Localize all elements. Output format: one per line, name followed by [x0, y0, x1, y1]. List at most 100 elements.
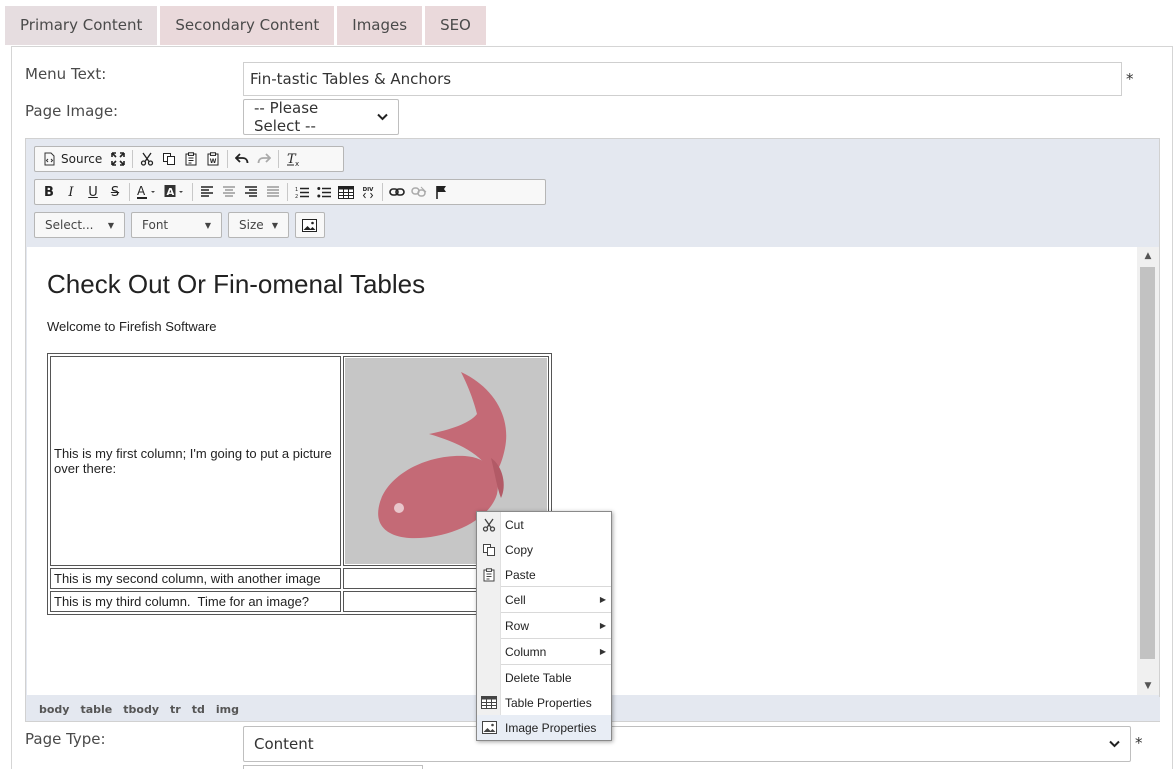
source-icon	[44, 152, 55, 166]
font-combo[interactable]: Font ▼	[131, 212, 222, 238]
table-row: This is my first column; I'm going to pu…	[50, 356, 549, 566]
context-menu-column[interactable]: Column ▶	[477, 639, 611, 664]
justify-button[interactable]	[262, 181, 284, 203]
copy-button[interactable]	[158, 148, 180, 170]
path-td[interactable]: td	[192, 703, 205, 716]
anchor-button[interactable]	[430, 181, 452, 203]
insert-div-button[interactable]: DIV	[357, 181, 379, 203]
align-center-button[interactable]	[218, 181, 240, 203]
svg-text:W: W	[210, 158, 217, 165]
menu-item-label: Delete Table	[505, 670, 572, 685]
scroll-down-arrow-icon[interactable]: ▼	[1137, 681, 1159, 691]
maximize-button[interactable]	[107, 148, 129, 170]
context-menu-paste[interactable]: Paste	[477, 562, 611, 587]
text-color-button[interactable]: A	[133, 181, 161, 203]
svg-text:DIV: DIV	[363, 187, 375, 193]
size-combo-label: Size	[239, 218, 264, 232]
numbered-list-button[interactable]: 12	[291, 181, 313, 203]
context-menu-image-properties[interactable]: Image Properties	[477, 715, 611, 740]
table-row: This is my third column. Time for an ima…	[50, 591, 549, 612]
redo-button[interactable]	[253, 148, 275, 170]
paste-icon	[185, 152, 197, 166]
remove-format-icon: Tx	[287, 152, 299, 167]
underline-button[interactable]: U	[82, 181, 104, 203]
context-menu-cut[interactable]: Cut	[477, 512, 611, 537]
undo-button[interactable]	[231, 148, 253, 170]
align-center-icon	[223, 186, 235, 197]
remove-format-button[interactable]: Tx	[282, 148, 304, 170]
path-tbody[interactable]: tbody	[123, 703, 159, 716]
toolbar-separator	[192, 183, 193, 201]
tab-primary-content[interactable]: Primary Content	[5, 6, 158, 45]
menu-text-label: Menu Text:	[25, 65, 107, 83]
paste-word-icon: W	[207, 152, 219, 166]
numbered-list-icon: 12	[295, 187, 309, 199]
context-menu-table-properties[interactable]: Table Properties	[477, 690, 611, 715]
source-button[interactable]: Source	[38, 148, 107, 170]
page-image-select[interactable]: -- Please Select --	[243, 99, 399, 135]
bold-button[interactable]: B	[38, 181, 60, 203]
dropdown-arrow-icon: ▼	[107, 220, 114, 230]
scroll-up-arrow-icon[interactable]: ▲	[1137, 251, 1159, 261]
context-menu-copy[interactable]: Copy	[477, 537, 611, 562]
cell-text: This is my third column. Time for an ima…	[54, 594, 310, 609]
table-cell[interactable]: This is my second column, with another i…	[50, 568, 341, 589]
copy-icon	[163, 153, 176, 165]
unlink-button[interactable]	[408, 181, 430, 203]
menu-item-label: Copy	[505, 542, 534, 557]
menu-text-input[interactable]: Fin-tastic Tables & Anchors	[243, 62, 1122, 96]
page-type-label: Page Type:	[25, 730, 106, 748]
toolbar-separator	[278, 150, 280, 168]
path-tr[interactable]: tr	[170, 703, 181, 716]
source-label: Source	[61, 152, 103, 166]
context-menu-delete-table[interactable]: Delete Table	[477, 665, 611, 690]
page-type-select[interactable]: Content	[243, 726, 1131, 762]
background-color-icon: A	[164, 185, 183, 198]
context-menu-row[interactable]: Row ▶	[477, 613, 611, 638]
table-cell[interactable]: This is my first column; I'm going to pu…	[50, 356, 341, 566]
page-type-value: Content	[254, 735, 314, 753]
tab-secondary-content[interactable]: Secondary Content	[160, 6, 335, 45]
page-image-label: Page Image:	[25, 102, 119, 120]
cut-button[interactable]	[136, 148, 158, 170]
insert-table-button[interactable]	[335, 181, 357, 203]
paste-button[interactable]	[180, 148, 202, 170]
strikethrough-button[interactable]: S	[104, 181, 126, 203]
required-marker: *	[1126, 70, 1134, 88]
paste-from-word-button[interactable]: W	[202, 148, 224, 170]
svg-text:A: A	[137, 184, 146, 198]
image-icon	[481, 721, 497, 734]
tab-images[interactable]: Images	[337, 6, 423, 45]
scrollbar-thumb[interactable]	[1140, 267, 1155, 659]
align-right-button[interactable]	[240, 181, 262, 203]
context-menu-cell[interactable]: Cell ▶	[477, 587, 611, 612]
menu-item-label: Cut	[505, 517, 524, 532]
path-img[interactable]: img	[216, 703, 239, 716]
align-left-button[interactable]	[196, 181, 218, 203]
link-button[interactable]	[386, 181, 408, 203]
toolbar-group-image	[295, 212, 325, 238]
link-icon	[389, 188, 405, 196]
submenu-arrow-icon: ▶	[599, 621, 606, 630]
page-image-value: -- Please Select --	[254, 99, 319, 135]
submenu-arrow-icon: ▶	[599, 595, 606, 604]
insert-image-button[interactable]	[298, 214, 320, 236]
dropdown-arrow-icon: ▼	[204, 220, 211, 230]
path-body[interactable]: body	[39, 703, 69, 716]
styles-combo[interactable]: Select... ▼	[34, 212, 125, 238]
toolbar-separator	[129, 183, 130, 201]
italic-button[interactable]: I	[60, 181, 82, 203]
toolbar-group-document: Source W Tx	[34, 146, 344, 172]
menu-item-label: Table Properties	[505, 695, 592, 710]
size-combo[interactable]: Size ▼	[228, 212, 289, 238]
table-cell[interactable]: This is my third column. Time for an ima…	[50, 591, 341, 612]
editor-scrollbar[interactable]: ▲ ▼	[1137, 247, 1159, 695]
align-left-icon	[201, 186, 213, 197]
path-table[interactable]: table	[80, 703, 112, 716]
toolbar-separator	[287, 183, 288, 201]
bulleted-list-button[interactable]	[313, 181, 335, 203]
tab-seo[interactable]: SEO	[425, 6, 486, 45]
cell-text: This is my second column, with another i…	[54, 571, 321, 586]
background-color-button[interactable]: A	[161, 181, 189, 203]
document-heading: Check Out Or Fin-omenal Tables	[47, 269, 426, 299]
